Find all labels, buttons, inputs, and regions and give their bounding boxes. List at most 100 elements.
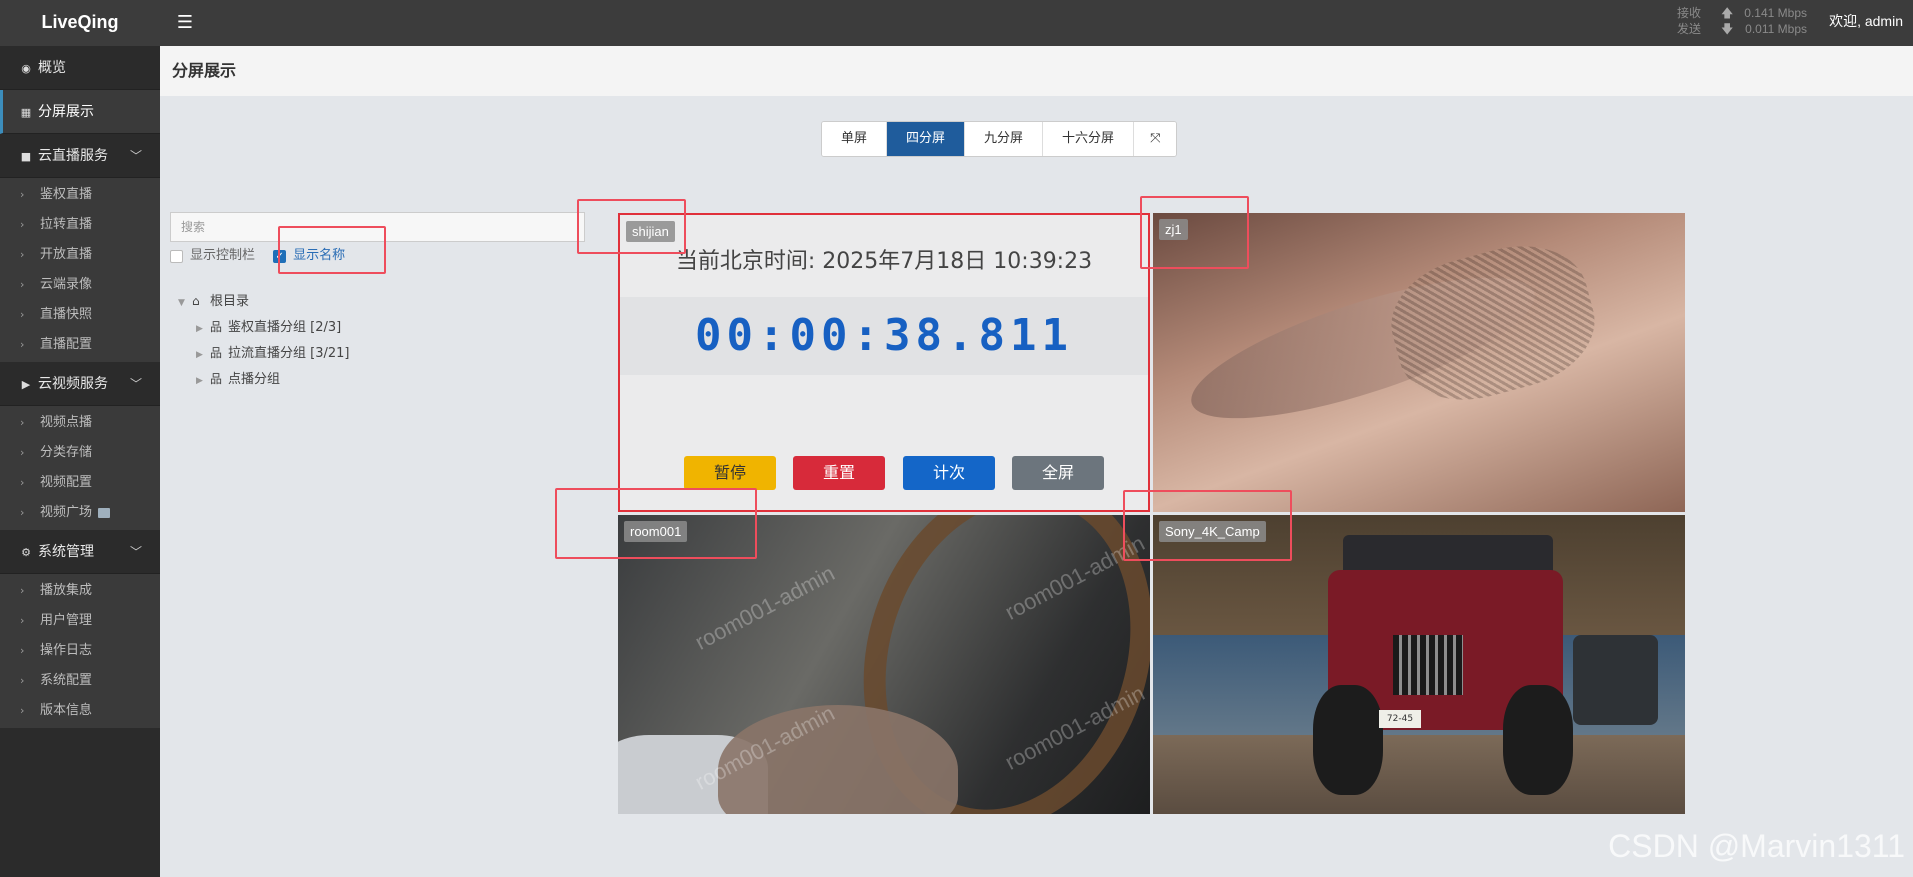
sidebar-item-open-live[interactable]: › 开放直播 xyxy=(0,240,160,270)
chevron-right-icon: › xyxy=(20,704,25,717)
home-icon: ⌂ xyxy=(192,294,200,308)
sidebar-live-list: › 鉴权直播 › 拉转直播 › 开放直播 › 云端录像 › 直播快照 › 直播配置 xyxy=(0,178,160,362)
single-screen-button[interactable]: 单屏 xyxy=(822,122,888,156)
sidebar-item-auth-live[interactable]: › 鉴权直播 xyxy=(0,180,160,210)
hamburger-icon[interactable]: ☰ xyxy=(170,8,200,38)
send-label: 发送 xyxy=(1677,22,1702,36)
sidebar-item-op-log[interactable]: › 操作日志 xyxy=(0,636,160,666)
grid-icon: ▦ xyxy=(20,106,32,119)
sidebar-item-label: 鉴权直播 xyxy=(40,187,93,202)
tree-node-label: 根目录 xyxy=(210,294,250,309)
sidebar-item-overview[interactable]: ◉ 概览 xyxy=(0,46,160,90)
app-logo[interactable]: LiveQing xyxy=(0,0,160,46)
sidebar-item-label: 视频点播 xyxy=(40,415,93,430)
sidebar-item-cloud-record[interactable]: › 云端录像 xyxy=(0,270,160,300)
sitemap-icon: 品 xyxy=(210,372,223,386)
sidebar-item-label: 直播配置 xyxy=(40,337,93,352)
gear-icon: ⚙ xyxy=(21,546,31,559)
sidebar-item-pull-live[interactable]: › 拉转直播 xyxy=(0,210,160,240)
chevron-right-icon: › xyxy=(20,248,25,261)
sidebar-item-sys-config[interactable]: › 系统配置 xyxy=(0,666,160,696)
chevron-right-icon: › xyxy=(20,338,25,351)
arrow-down-icon: 🡇 xyxy=(1721,22,1734,36)
fullscreen-button[interactable]: 全屏 xyxy=(1012,456,1104,490)
csdn-watermark: CSDN @Marvin1311 xyxy=(1608,828,1905,864)
chevron-down-icon: ﹀ xyxy=(129,377,142,391)
chevron-right-icon: › xyxy=(20,416,25,429)
caret-right-icon[interactable]: ▶ xyxy=(196,342,210,368)
sidebar-item-label: 分类存储 xyxy=(40,445,93,460)
send-value: 0.011 Mbps xyxy=(1745,22,1807,36)
sidebar-group-live[interactable]: ■ 云直播服务 ﹀ xyxy=(0,134,160,178)
sixteen-screen-button[interactable]: 十六分屏 xyxy=(1043,122,1135,156)
caret-down-icon[interactable]: ▼ xyxy=(178,290,192,316)
chevron-right-icon: › xyxy=(20,218,25,231)
tree-node-group[interactable]: ▶ 品拉流直播分组 [3/21] xyxy=(178,340,349,366)
tree-node-label: 拉流直播分组 [3/21] xyxy=(228,346,350,361)
current-time: 当前北京时间: 2025年7月18日 10:39:23 xyxy=(675,249,1093,274)
caret-right-icon[interactable]: ▶ xyxy=(196,316,210,342)
chevron-right-icon: › xyxy=(20,446,25,459)
sidebar-item-label: 直播快照 xyxy=(40,307,93,322)
content-header: 分屏展示 xyxy=(160,46,1913,96)
sidebar-item-label: 云直播服务 xyxy=(38,148,108,164)
annotation-box-show-names xyxy=(278,226,386,274)
sidebar-item-live-config[interactable]: › 直播配置 xyxy=(0,330,160,360)
sidebar-item-label: 视频广场 xyxy=(40,505,93,520)
sidebar-item-play-integration[interactable]: › 播放集成 xyxy=(0,576,160,606)
reset-button[interactable]: 重置 xyxy=(793,456,885,490)
caret-right-icon[interactable]: ▶ xyxy=(196,368,210,394)
show-controls-checkbox[interactable] xyxy=(170,249,183,263)
sidebar-item-video-square[interactable]: › 视频广场 xyxy=(0,498,160,528)
page-title: 分屏展示 xyxy=(172,61,237,80)
stopwatch-band: 00:00:38.811 xyxy=(620,297,1148,375)
chevron-right-icon: › xyxy=(20,506,25,519)
recv-label: 接收 xyxy=(1677,6,1702,20)
tree-node-group[interactable]: ▶ 品点播分组 xyxy=(178,366,349,392)
chevron-down-icon: ﹀ xyxy=(129,545,142,559)
four-screen-button[interactable]: 四分屏 xyxy=(887,122,966,156)
user-welcome[interactable]: 欢迎, admin xyxy=(1829,0,1903,42)
sidebar-item-vod[interactable]: › 视频点播 xyxy=(0,408,160,438)
expand-icon[interactable]: ⤧ xyxy=(1134,122,1177,156)
video-cell-room001[interactable]: room001-admin room001-admin room001-admi… xyxy=(618,515,1150,814)
chevron-right-icon: › xyxy=(20,278,25,291)
sidebar-item-label: 云视频服务 xyxy=(38,376,108,392)
sidebar-item-label: 分屏展示 xyxy=(38,104,94,120)
watermark-text: room001-admin xyxy=(690,560,839,655)
video-frame-plate: 72-45 xyxy=(1379,710,1421,728)
dashboard-icon: ◉ xyxy=(21,62,31,75)
chevron-right-icon: › xyxy=(20,674,25,687)
youtube-icon: ▶ xyxy=(21,378,31,391)
sidebar-item-label: 操作日志 xyxy=(40,643,93,658)
annotation-box-shijian xyxy=(577,199,686,254)
sidebar-item-label: 播放集成 xyxy=(40,583,93,598)
tree-node-group[interactable]: ▶ 品鉴权直播分组 [2/3] xyxy=(178,314,349,340)
sidebar-item-label: 拉转直播 xyxy=(40,217,93,232)
tree-node-root[interactable]: ▼ ⌂ 根目录 xyxy=(178,288,349,314)
lap-button[interactable]: 计次 xyxy=(903,456,995,490)
video-frame-tire xyxy=(1313,685,1383,795)
sidebar-item-user-mgmt[interactable]: › 用户管理 xyxy=(0,606,160,636)
sidebar-item-label: 系统配置 xyxy=(40,673,93,688)
channel-tree: ▼ ⌂ 根目录 ▶ 品鉴权直播分组 [2/3] ▶ 品拉流直播分组 [3/21] ▶ 品点… xyxy=(178,288,349,392)
chevron-right-icon: › xyxy=(20,188,25,201)
sidebar-system-list: › 播放集成 › 用户管理 › 操作日志 › 系统配置 › 版本信息 xyxy=(0,574,160,728)
sidebar-item-version[interactable]: › 版本信息 xyxy=(0,696,160,726)
pause-button[interactable]: 暂停 xyxy=(684,456,776,490)
nine-screen-button[interactable]: 九分屏 xyxy=(965,122,1044,156)
chevron-right-icon: › xyxy=(20,584,25,597)
video-frame-grille xyxy=(1393,635,1463,695)
sidebar-item-video-config[interactable]: › 视频配置 xyxy=(0,468,160,498)
sidebar-item-snapshot[interactable]: › 直播快照 xyxy=(0,300,160,330)
sitemap-icon: 品 xyxy=(210,346,223,360)
sidebar: ◉ 概览 ▦ 分屏展示 ■ 云直播服务 ﹀ › 鉴权直播 › 拉转直播 › 开放直播 › 云端录… xyxy=(0,46,160,877)
annotation-box-zj1 xyxy=(1140,196,1249,269)
sidebar-item-split[interactable]: ▦ 分屏展示 xyxy=(0,90,160,134)
show-controls-label[interactable]: 显示控制栏 xyxy=(190,246,255,266)
sidebar-group-vod[interactable]: ▶ 云视频服务 ﹀ xyxy=(0,362,160,406)
sidebar-group-system[interactable]: ⚙ 系统管理 ﹀ xyxy=(0,530,160,574)
sidebar-item-category-storage[interactable]: › 分类存储 xyxy=(0,438,160,468)
video-cell-shijian[interactable]: 当前北京时间: 2025年7月18日 10:39:23 00:00:38.811… xyxy=(618,213,1150,512)
chevron-right-icon: › xyxy=(20,308,25,321)
